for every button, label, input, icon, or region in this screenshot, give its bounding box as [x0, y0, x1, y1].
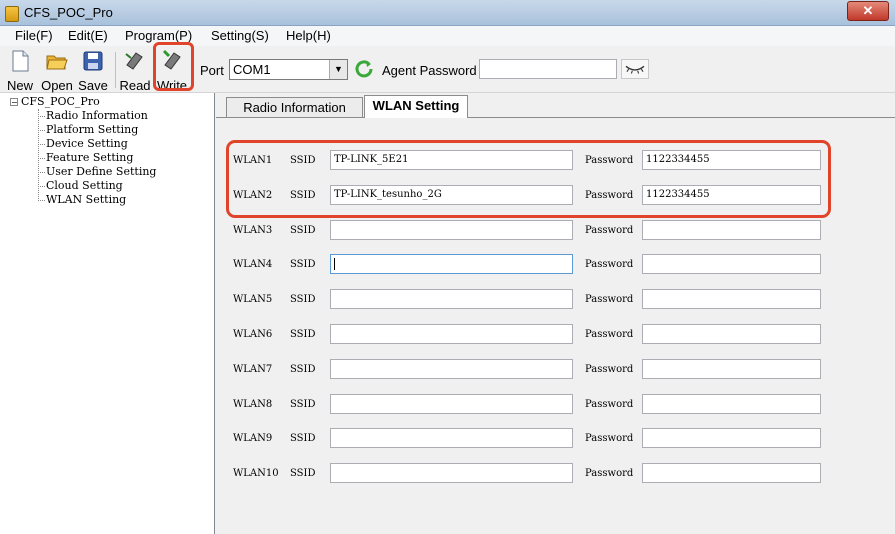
port-select[interactable]: COM1 ▼ — [229, 59, 348, 80]
wlan4-ssid-input[interactable] — [330, 254, 573, 275]
port-value: COM1 — [233, 62, 271, 77]
agent-password-label: Agent Password — [382, 63, 477, 78]
menu-program[interactable]: Program(P) — [125, 28, 192, 43]
save-button[interactable]: Save — [76, 48, 110, 93]
wlan6-ssid-input[interactable] — [330, 324, 573, 344]
wlan3-label: WLAN3 — [233, 224, 273, 236]
wlan3-ssid-label: SSID — [290, 224, 316, 236]
wlan9-password-input[interactable] — [642, 428, 821, 449]
read-label: Read — [119, 78, 151, 93]
wlan6-ssid-label: SSID — [290, 329, 316, 340]
tree-item-wlan-setting[interactable]: WLAN Setting — [38, 193, 126, 207]
wlan9-password-label: Password — [585, 433, 634, 445]
open-label: Open — [41, 78, 73, 93]
tree-item-platform-setting[interactable]: Platform Setting — [38, 123, 138, 137]
wlan7-label: WLAN7 — [233, 363, 273, 375]
tree-item-cloud-setting[interactable]: Cloud Setting — [38, 179, 123, 193]
tree-root[interactable]: − CFS_POC_Pro — [10, 95, 100, 108]
save-label: Save — [78, 78, 108, 93]
new-label: New — [6, 78, 33, 93]
wlan4-ssid-label: SSID — [290, 259, 316, 271]
menu-setting[interactable]: Setting(S) — [211, 28, 269, 43]
wlan10-label: WLAN10 — [233, 468, 279, 480]
toolbar-separator — [115, 52, 116, 88]
wlan10-password-label: Password — [585, 468, 634, 480]
close-icon: ✕ — [862, 3, 874, 18]
new-file-icon — [12, 50, 29, 72]
wlan5-ssid-label: SSID — [290, 294, 316, 306]
new-button[interactable]: New — [3, 48, 37, 93]
wlan7-password-input[interactable] — [642, 358, 821, 379]
wlan6-label: WLAN6 — [233, 329, 273, 340]
wlan5-label: WLAN5 — [233, 294, 273, 306]
wlan5-ssid-input[interactable] — [330, 289, 573, 310]
eye-closed-icon — [625, 65, 645, 74]
title-bar: CFS_POC_Pro ✕ — [0, 0, 895, 26]
wlan10-ssid-input[interactable] — [330, 463, 573, 484]
wlan5-password-input[interactable] — [642, 289, 821, 310]
wlan7-password-label: Password — [585, 363, 634, 375]
wlan9-ssid-label: SSID — [290, 433, 316, 445]
wlan9-label: WLAN9 — [233, 433, 273, 445]
window-title: CFS_POC_Pro — [24, 5, 113, 20]
menu-edit[interactable]: Edit(E) — [68, 28, 108, 43]
close-button[interactable]: ✕ — [847, 1, 889, 21]
tree-item-radio-information[interactable]: Radio Information — [38, 109, 148, 123]
tree-item-feature-setting[interactable]: Feature Setting — [38, 151, 133, 165]
wlan3-ssid-input[interactable] — [330, 219, 573, 240]
navigation-tree: − CFS_POC_Pro Radio Information Platform … — [0, 93, 215, 534]
wlan3-password-label: Password — [585, 224, 634, 236]
tab-radio-information[interactable]: Radio Information — [226, 97, 363, 117]
read-button[interactable]: Read — [118, 48, 152, 93]
wlan10-password-input[interactable] — [642, 463, 821, 484]
wlan9-ssid-input[interactable] — [330, 428, 573, 449]
wlan4-password-label: Password — [585, 259, 634, 271]
toolbar: New Open Save Read Write Port COM1 ▼ Age… — [0, 46, 895, 93]
wlan7-ssid-input[interactable] — [330, 358, 573, 379]
wlan8-label: WLAN8 — [233, 398, 273, 410]
wlan4-label: WLAN4 — [233, 259, 273, 271]
tree-item-user-define-setting[interactable]: User Define Setting — [38, 165, 156, 179]
text-caret — [334, 258, 335, 271]
wlan10-ssid-label: SSID — [290, 468, 316, 480]
wlan4-password-input[interactable] — [642, 254, 821, 275]
wlan7-ssid-label: SSID — [290, 363, 316, 375]
collapse-icon[interactable]: − — [10, 98, 18, 107]
wlan8-ssid-label: SSID — [290, 398, 316, 410]
menu-file[interactable]: File(F) — [15, 28, 53, 43]
wlan8-password-input[interactable] — [642, 393, 821, 414]
wlan6-password-input[interactable] — [642, 324, 821, 344]
refresh-icon[interactable] — [353, 58, 375, 80]
tab-wlan-setting[interactable]: WLAN Setting — [364, 95, 468, 118]
wlan5-password-label: Password — [585, 294, 634, 306]
menu-help[interactable]: Help(H) — [286, 28, 331, 43]
chevron-down-icon[interactable]: ▼ — [329, 60, 347, 79]
wlan8-ssid-input[interactable] — [330, 393, 573, 414]
wlan3-password-input[interactable] — [642, 219, 821, 240]
write-highlight-box — [153, 42, 194, 91]
save-disk-icon — [83, 51, 103, 71]
read-radio-icon — [125, 52, 143, 70]
wlan6-password-label: Password — [585, 329, 634, 340]
wlan-rows-highlight-box — [226, 140, 831, 218]
wlan8-password-label: Password — [585, 398, 634, 410]
open-folder-icon — [46, 55, 68, 70]
app-icon — [5, 6, 19, 22]
content-area: Radio Information WLAN Setting WLAN1 SSID… — [216, 93, 895, 534]
tree-root-label: CFS_POC_Pro — [21, 95, 100, 108]
menu-bar: File(F) Edit(E) Program(P) Setting(S) He… — [0, 26, 895, 46]
port-label: Port — [200, 63, 224, 78]
agent-password-input[interactable] — [479, 59, 617, 79]
open-button[interactable]: Open — [40, 48, 74, 93]
show-password-button[interactable] — [621, 59, 649, 79]
tree-item-device-setting[interactable]: Device Setting — [38, 137, 128, 151]
